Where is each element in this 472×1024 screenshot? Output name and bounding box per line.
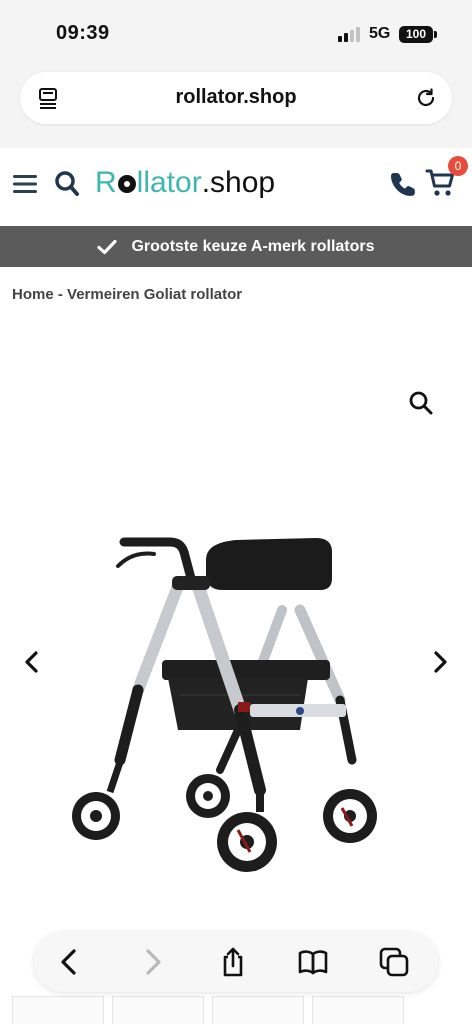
thumbnail-strip (0, 994, 472, 1024)
cart-count-badge: 0 (448, 156, 468, 176)
thumbnail[interactable] (212, 996, 304, 1024)
url-text[interactable]: rollator.shop (20, 86, 452, 109)
address-bar[interactable]: rollator.shop (20, 72, 452, 124)
thumbnail[interactable] (312, 996, 404, 1024)
logo-text: llator (136, 166, 202, 199)
product-gallery (0, 320, 472, 940)
product-image-rollator[interactable] (60, 530, 400, 900)
tabs-icon[interactable] (378, 946, 410, 978)
browser-toolbar (34, 932, 438, 992)
zoom-icon[interactable] (408, 390, 434, 416)
logo-wheel-icon (117, 175, 136, 193)
rear-wheel-right (323, 789, 377, 843)
next-image-arrow-icon[interactable] (428, 650, 452, 674)
promo-bar: Grootste keuze A-merk rollators (0, 226, 472, 267)
battery-icon: 100 (399, 26, 437, 43)
reload-icon[interactable] (414, 86, 438, 110)
site-logo[interactable]: Rllator .shop (95, 166, 275, 206)
promo-text: Grootste keuze A-merk rollators (131, 237, 375, 255)
phone-icon[interactable] (390, 170, 418, 198)
breadcrumb: Home - Vermeiren Goliat rollator (12, 286, 242, 303)
breadcrumb-home-link[interactable]: Home (12, 286, 54, 303)
status-bar: 09:39 5G 100 (0, 0, 472, 66)
signal-icon (338, 26, 362, 42)
back-icon[interactable] (54, 946, 86, 978)
front-wheel-left (72, 760, 124, 840)
share-icon[interactable] (217, 946, 249, 978)
thumbnail[interactable] (12, 996, 104, 1024)
browser-address-area: rollator.shop (0, 66, 472, 148)
previous-image-arrow-icon[interactable] (20, 650, 44, 674)
logo-letter-r: R (95, 166, 117, 199)
search-icon[interactable] (54, 170, 80, 198)
forward-icon[interactable] (136, 946, 168, 978)
network-type: 5G (369, 25, 391, 42)
logo-suffix: .shop (201, 166, 276, 199)
rear-wheel-left (186, 774, 230, 818)
status-time: 09:39 (56, 22, 110, 44)
thumbnail[interactable] (112, 996, 204, 1024)
battery-level: 100 (405, 27, 427, 41)
checkmark-icon (97, 239, 118, 254)
hamburger-menu-icon[interactable] (12, 172, 38, 196)
bookmarks-icon[interactable] (297, 946, 329, 978)
site-header: Rllator .shop (0, 148, 472, 226)
breadcrumb-separator: - (53, 286, 68, 303)
breadcrumb-current: Vermeiren Goliat rollator (67, 286, 243, 303)
